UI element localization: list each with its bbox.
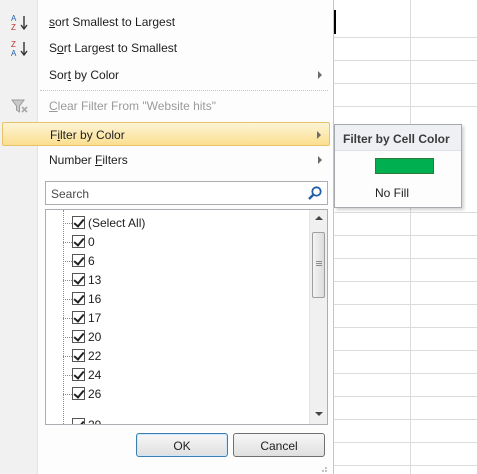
row-divider xyxy=(330,350,477,351)
search-input[interactable]: Search xyxy=(45,181,328,205)
menu-separator xyxy=(40,90,328,91)
row-divider xyxy=(330,258,477,259)
checkbox[interactable] xyxy=(72,330,85,343)
svg-text:Z: Z xyxy=(11,23,16,31)
row-divider xyxy=(330,419,477,420)
filter-value-label: 16 xyxy=(88,292,102,306)
scroll-down-arrow-icon[interactable] xyxy=(315,412,323,416)
column-divider xyxy=(410,0,411,474)
row-divider xyxy=(330,396,477,397)
checkbox[interactable] xyxy=(72,254,85,267)
menu-item-label: Filter by Color xyxy=(50,128,125,142)
row-divider xyxy=(330,60,477,61)
scroll-up-arrow-icon[interactable] xyxy=(315,216,323,220)
green-fill-swatch[interactable] xyxy=(375,158,434,174)
filter-value-label: 13 xyxy=(88,273,102,287)
filter-value-label: (Select All) xyxy=(88,216,146,230)
scrollbar-thumb[interactable] xyxy=(312,232,325,298)
row-divider xyxy=(330,37,477,38)
row-divider xyxy=(330,235,477,236)
checkbox[interactable] xyxy=(72,349,85,362)
checkbox[interactable] xyxy=(72,311,85,324)
cancel-button[interactable]: Cancel xyxy=(233,433,325,457)
text-cursor xyxy=(334,10,336,34)
resize-grip-icon[interactable] xyxy=(318,466,328,474)
menu-item-label: sort Smallest to Largest xyxy=(49,15,176,29)
svg-text:A: A xyxy=(11,49,17,57)
checkbox[interactable] xyxy=(72,216,85,229)
filter-value-label: 17 xyxy=(88,311,102,325)
search-placeholder: Search xyxy=(51,187,90,201)
number-filters[interactable]: Number Filters xyxy=(2,148,330,172)
clear-filter[interactable]: Clear Filter From "Website hits" xyxy=(2,94,330,118)
row-divider xyxy=(330,281,477,282)
sort-az-icon: A Z xyxy=(11,14,28,31)
checkbox[interactable] xyxy=(72,235,85,248)
submenu-title: Filter by Cell Color xyxy=(343,132,450,146)
svg-text:A: A xyxy=(11,14,17,23)
sort-za-icon: Z A xyxy=(11,40,28,57)
filter-value-label: 20 xyxy=(88,330,102,344)
magnifier-icon[interactable] xyxy=(307,185,323,201)
sort-by-color[interactable]: Sort by Color xyxy=(2,63,330,87)
menu-item-label: Clear Filter From "Website hits" xyxy=(49,99,217,113)
row-divider xyxy=(330,465,477,466)
checkbox[interactable] xyxy=(72,368,85,381)
filter-value-label: 26 xyxy=(88,387,102,401)
row-divider xyxy=(330,106,477,107)
checkbox[interactable] xyxy=(72,292,85,305)
sort-largest-to-smallest[interactable]: Z A Sort Largest to Smallest xyxy=(2,36,330,60)
row-divider xyxy=(330,83,477,84)
filter-by-color-submenu: Filter by Cell Color No Fill xyxy=(334,124,462,208)
row-divider xyxy=(330,442,477,443)
filter-value-label: 29 xyxy=(88,418,102,425)
row-divider xyxy=(330,212,477,213)
spreadsheet-grid xyxy=(330,0,477,474)
submenu-arrow-icon xyxy=(317,131,321,139)
row-divider xyxy=(330,327,477,328)
ok-button[interactable]: OK xyxy=(136,433,228,457)
submenu-header: Filter by Cell Color xyxy=(335,125,461,151)
checkbox[interactable] xyxy=(72,387,85,400)
svg-text:Z: Z xyxy=(11,40,16,49)
no-fill-option[interactable]: No Fill xyxy=(375,186,409,200)
filter-value-label: 22 xyxy=(88,349,102,363)
menu-item-label: Sort by Color xyxy=(49,68,120,82)
checkbox[interactable] xyxy=(72,418,85,424)
sort-smallest-to-largest[interactable]: A Z sort Smallest to Largest xyxy=(2,10,330,34)
autofilter-menu: A Z sort Smallest to Largest Z A Sort La… xyxy=(0,0,334,474)
menu-item-label: Number Filters xyxy=(49,153,128,167)
row-divider xyxy=(330,304,477,305)
submenu-arrow-icon xyxy=(318,71,322,79)
row-divider xyxy=(330,373,477,374)
submenu-arrow-icon xyxy=(318,156,322,164)
clear-filter-icon xyxy=(11,99,28,113)
checkbox[interactable] xyxy=(72,273,85,286)
menu-item-label: Sort Largest to Smallest xyxy=(49,41,178,55)
filter-value-label: 6 xyxy=(88,254,95,268)
grip-icon xyxy=(316,261,322,266)
filter-values-list: (Select All) 0 6 13 16 17 20 22 24 26 29 xyxy=(45,209,328,425)
filter-value-label: 0 xyxy=(88,235,95,249)
filter-by-color[interactable]: Filter by Color xyxy=(2,122,330,146)
filter-value-label: 24 xyxy=(88,368,102,382)
list-scrollbar[interactable] xyxy=(309,210,327,424)
